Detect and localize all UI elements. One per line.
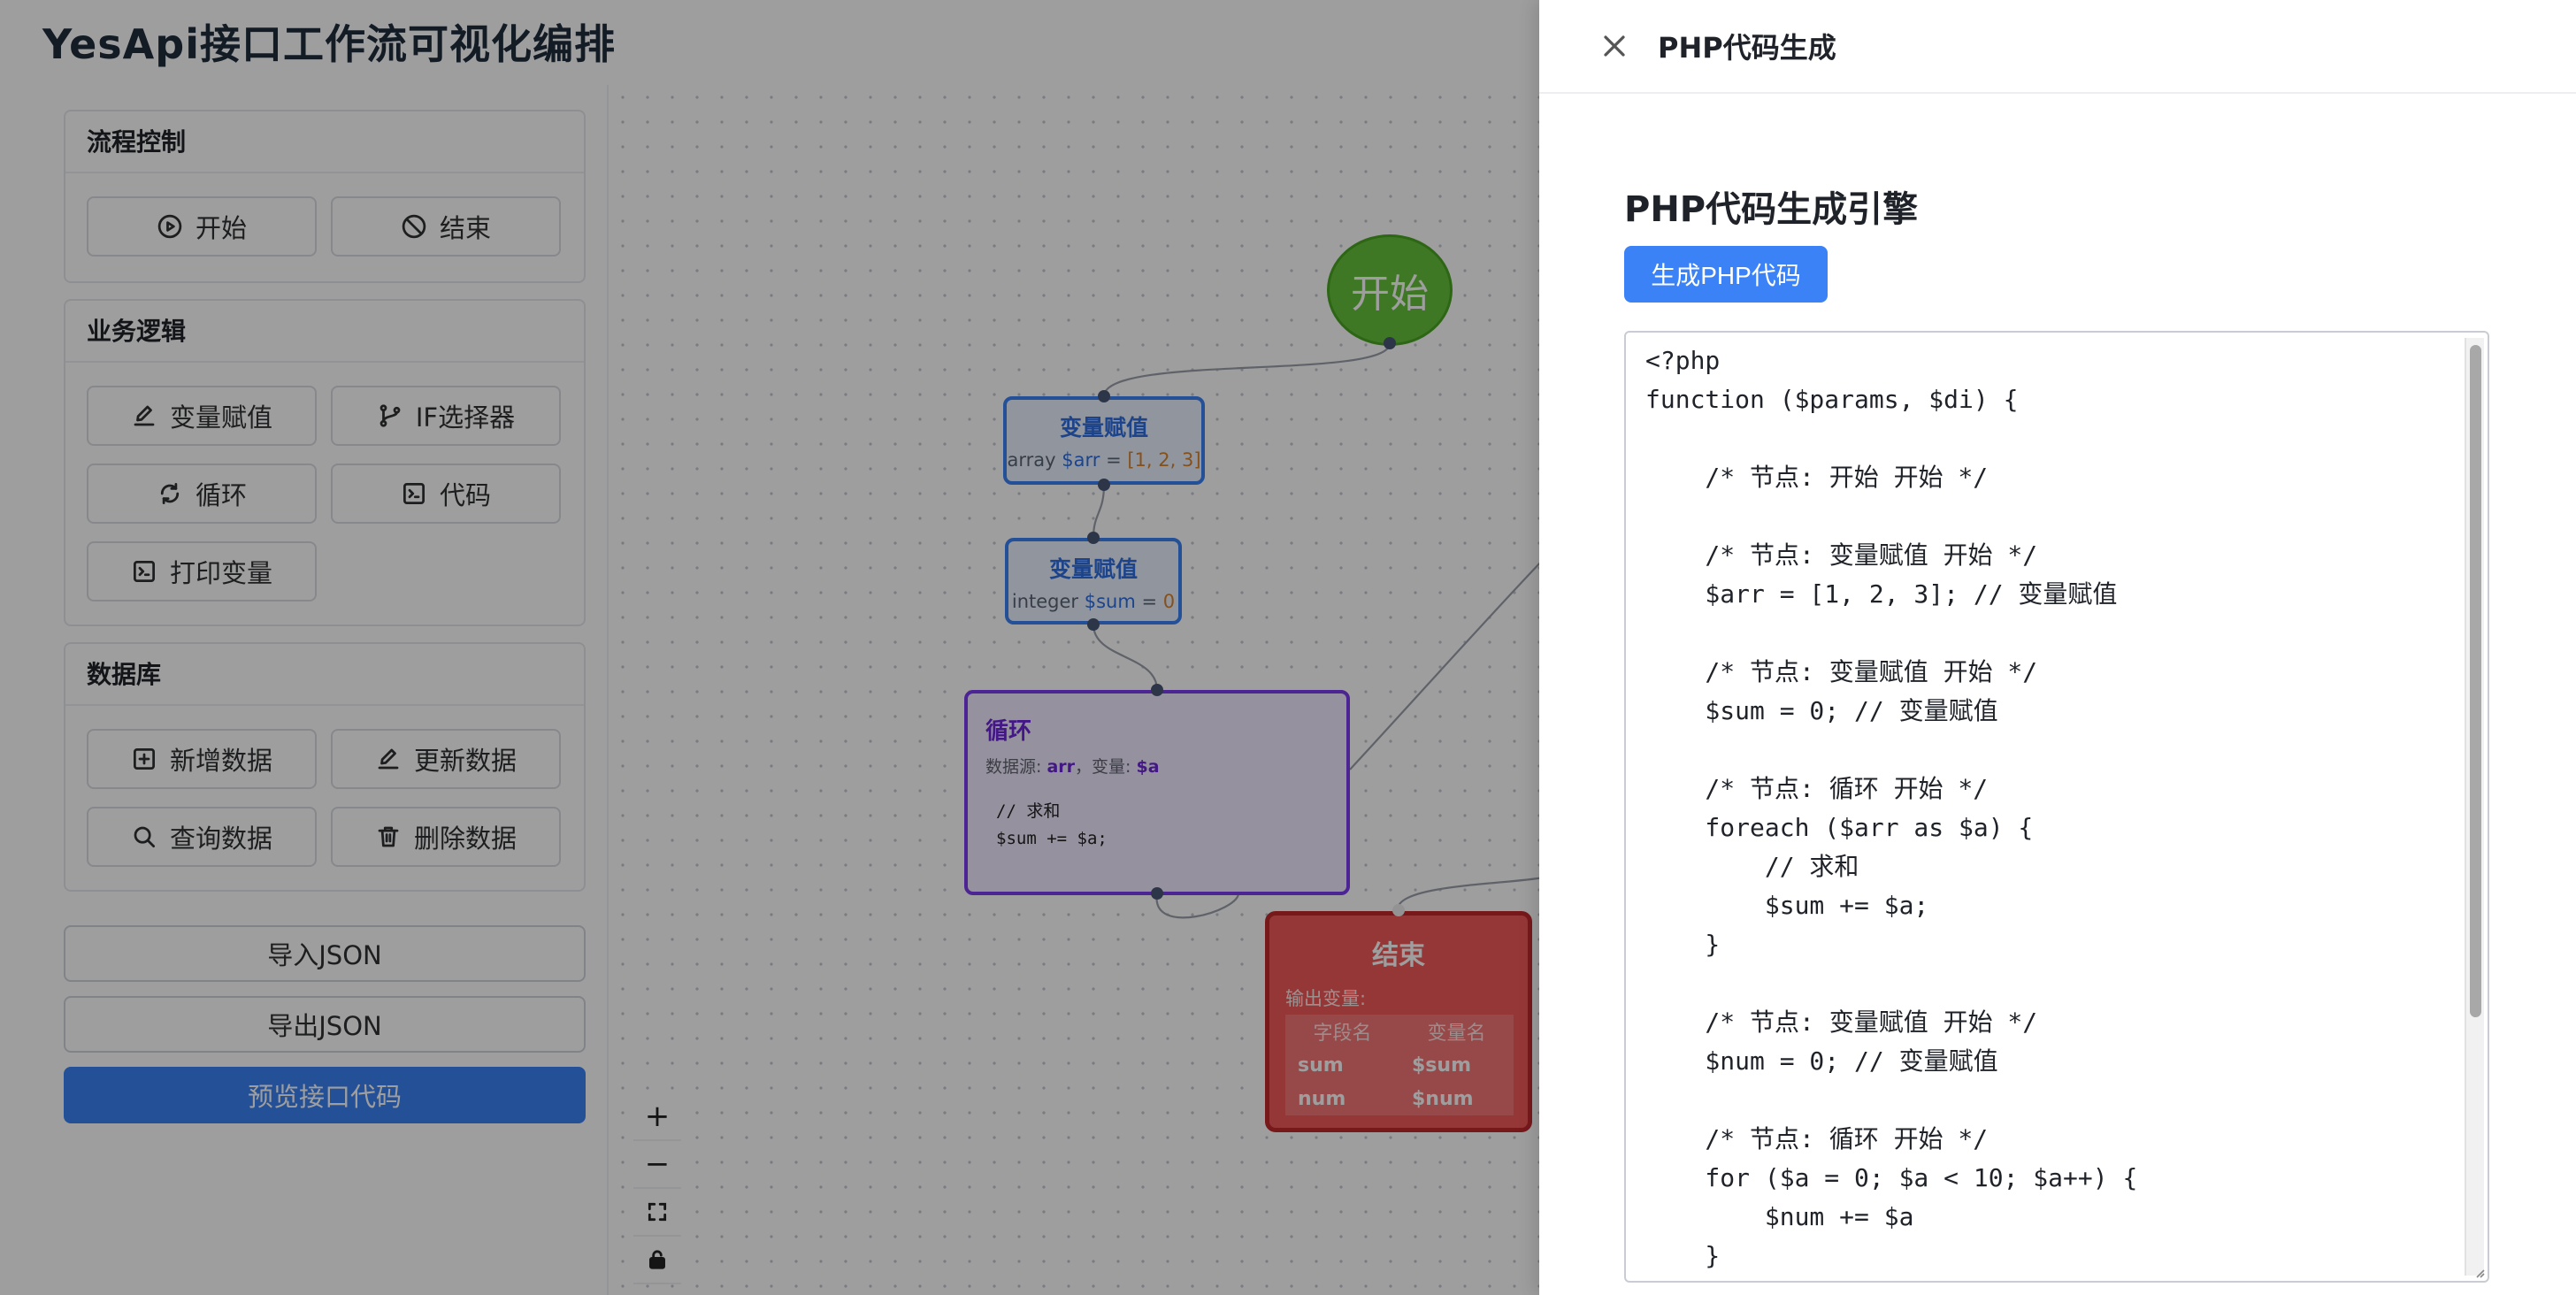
close-button[interactable] [1594,26,1635,66]
php-code-textarea[interactable]: <?php function ($params, $di) { /* 节点: 开… [1624,331,2489,1283]
php-code-content: <?php function ($params, $di) { /* 节点: 开… [1645,346,2138,1270]
code-scrollbar[interactable] [2465,338,2484,1276]
modal-overlay[interactable] [0,0,1539,1295]
generate-php-button[interactable]: 生成PHP代码 [1624,246,1828,303]
php-code-drawer: PHP代码生成 PHP代码生成引擎 生成PHP代码 <?php function… [1539,0,2576,1295]
drawer-title: PHP代码生成 [1658,31,1836,65]
close-icon [1604,35,1625,57]
engine-title: PHP代码生成引擎 [1624,189,1919,230]
drawer-header: PHP代码生成 [1539,0,2576,94]
resize-handle-icon[interactable] [2472,1265,2486,1279]
code-scrollbar-thumb[interactable] [2470,345,2481,1017]
